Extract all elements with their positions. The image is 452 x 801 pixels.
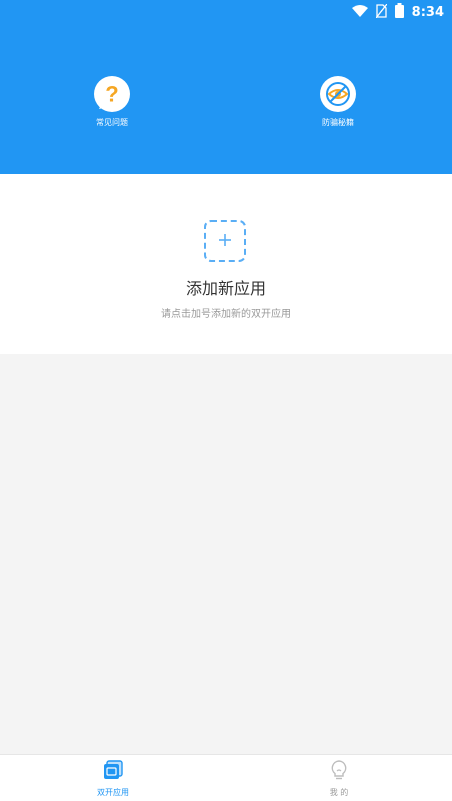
nav-dual-apps-label: 双开应用 <box>97 788 129 797</box>
apps-icon <box>102 760 124 785</box>
anti-fraud-label: 防骗秘籍 <box>322 118 354 127</box>
plus-icon <box>218 232 232 251</box>
nav-mine-label: 我 的 <box>329 788 349 797</box>
status-bar: 8:34 <box>0 0 452 24</box>
add-app-button[interactable] <box>204 220 246 262</box>
no-sim-icon <box>375 3 388 22</box>
faq-label: 常见问题 <box>96 118 128 127</box>
nav-dual-apps[interactable]: 双开应用 <box>73 759 153 798</box>
eye-blocked-icon <box>320 76 356 112</box>
svg-text:?: ? <box>105 82 118 107</box>
faq-button[interactable]: ? 常见问题 <box>72 76 152 128</box>
question-icon: ? <box>94 76 130 112</box>
wifi-icon <box>351 3 368 22</box>
app-list-area <box>0 354 452 754</box>
header-banner: ? 常见问题 防骗秘籍 <box>0 24 452 174</box>
nav-mine[interactable]: 我 的 <box>299 759 379 798</box>
add-app-subtitle: 请点击加号添加新的双开应用 <box>161 309 291 320</box>
add-app-panel: 添加新应用 请点击加号添加新的双开应用 <box>0 174 452 354</box>
battery-icon <box>394 2 404 22</box>
status-time: 8:34 <box>411 4 444 20</box>
bulb-icon <box>328 760 350 785</box>
anti-fraud-button[interactable]: 防骗秘籍 <box>298 76 378 128</box>
add-app-title: 添加新应用 <box>185 279 266 298</box>
status-icons: 8:34 <box>351 2 444 22</box>
bottom-nav: 双开应用 我 的 <box>0 754 452 801</box>
